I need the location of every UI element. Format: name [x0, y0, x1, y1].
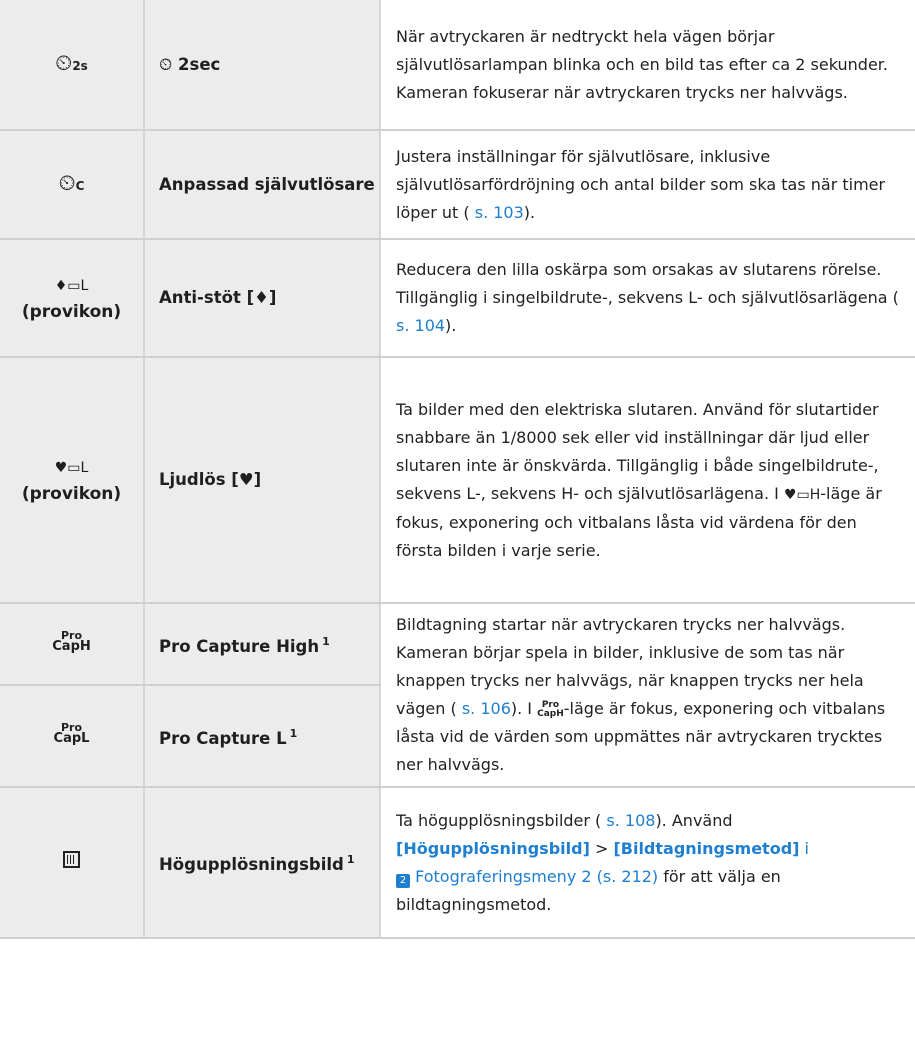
- mode-name: Ljudlös [♥]: [144, 357, 381, 604]
- mode-description: Justera inställningar för självutlösare,…: [380, 130, 915, 240]
- menu-item-link[interactable]: [Bildtagningsmetod]: [613, 839, 799, 858]
- table-row: ⏲2s ⏲ 2sec När avtryckaren är nedtryckt …: [0, 0, 915, 131]
- mode-description: Ta högupplösningsbilder ( s. 108). Använ…: [380, 787, 915, 939]
- page-link[interactable]: s. 104: [396, 316, 445, 335]
- high-res-icon: [0, 787, 145, 939]
- mode-description: Reducera den lilla oskärpa som orsakas a…: [380, 239, 915, 358]
- table-row: Pro CapH Pro Capture High 1 Bildtagning st…: [0, 603, 915, 788]
- table-row: Högupplösningsbild 1 Ta högupplösningsbil…: [0, 787, 915, 939]
- mode-name: Högupplösningsbild 1: [144, 787, 381, 939]
- mode-name: ⏲ 2sec: [144, 0, 381, 131]
- page-link[interactable]: s. 106: [457, 699, 511, 718]
- timer-2s-icon: ⏲2s: [0, 0, 145, 131]
- page-link[interactable]: s. 108: [601, 811, 655, 830]
- pro-capture-high-icon: Pro CapH: [537, 699, 564, 719]
- mode-name: Anpassad självutlösare: [144, 130, 381, 240]
- table-row: ♦▭L (provikon) Anti-stöt [♦] Reducera de…: [0, 239, 915, 358]
- silent-icon: ♥▭L (provikon): [0, 357, 145, 604]
- anti-shock-icon: ♦▭L (provikon): [0, 239, 145, 358]
- table-row: ♥▭L (provikon) Ljudlös [♥] Ta bilder med…: [0, 357, 915, 604]
- page-link[interactable]: Fotograferingsmeny 2 (s. 212): [410, 867, 658, 886]
- silent-h-icon: ♥▭H: [783, 486, 821, 503]
- camera-menu-icon: 2: [396, 873, 410, 888]
- mode-description: När avtryckaren är nedtryckt hela vägen …: [380, 0, 915, 131]
- mode-name: Pro Capture L1: [144, 685, 381, 788]
- page-link[interactable]: s. 103: [470, 203, 524, 222]
- mode-name: Pro Capture High 1: [144, 603, 381, 686]
- mode-description: Bildtagning startar när avtryckaren tryc…: [380, 603, 915, 788]
- mode-description: Ta bilder med den elektriska slutaren. A…: [380, 357, 915, 604]
- drive-mode-table: ⏲2s ⏲ 2sec När avtryckaren är nedtryckt …: [0, 0, 915, 939]
- timer-custom-icon: ⏲C: [0, 130, 145, 240]
- pro-capture-low-icon: Pro CapL: [0, 685, 145, 788]
- menu-item-link[interactable]: [Högupplösningsbild]: [396, 839, 590, 858]
- mode-name: Anti-stöt [♦]: [144, 239, 381, 358]
- table-row: ⏲C Anpassad självutlösare Justera instäl…: [0, 130, 915, 240]
- pro-capture-high-icon: Pro CapH: [0, 603, 145, 686]
